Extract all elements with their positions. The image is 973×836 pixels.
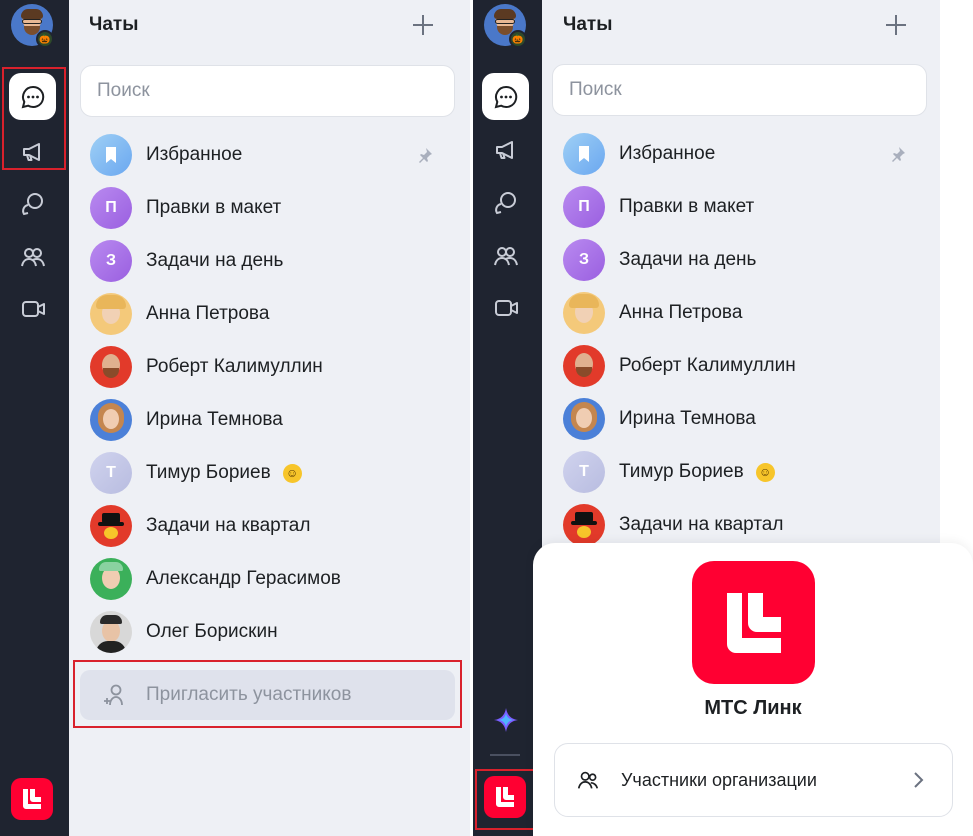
chat-avatar: П — [563, 186, 605, 228]
ai-assistant-button[interactable] — [482, 696, 529, 743]
threads-nav-button[interactable] — [9, 180, 56, 227]
chat-name: Правки в макет — [619, 196, 755, 217]
status-icon: 🎃 — [509, 30, 527, 48]
chat-avatar: З — [90, 240, 132, 282]
search-input[interactable]: Поиск — [80, 65, 455, 117]
chat-avatar: З — [563, 239, 605, 281]
chat-name: Задачи на день — [619, 249, 757, 270]
avatar — [90, 505, 132, 547]
status-icon: 🎃 — [36, 30, 54, 48]
org-members-label: Участники организации — [621, 769, 817, 790]
chat-item-zadachi-kvartal[interactable]: Задачи на квартал — [90, 501, 450, 551]
mts-link-logo-icon — [23, 789, 41, 809]
video-nav-button[interactable] — [482, 284, 529, 331]
nav-rail: 🎃 — [473, 0, 542, 836]
chat-avatar: Т — [563, 451, 605, 493]
chat-item-irina[interactable]: Ирина Темнова — [90, 395, 450, 445]
page-title: Чаты — [563, 14, 613, 35]
chat-name: Ирина Темнова — [619, 408, 756, 429]
mts-link-app-logo — [692, 561, 815, 684]
page-title: Чаты — [89, 14, 139, 35]
sparkle-icon — [493, 707, 518, 732]
avatar — [90, 558, 132, 600]
chat-bubble-icon — [494, 85, 517, 108]
pin-icon — [892, 147, 905, 162]
chat-item-aleksandr[interactable]: Александр Герасимов — [90, 554, 450, 604]
people-icon — [493, 246, 518, 265]
avatar — [563, 504, 605, 546]
discussion-icon — [494, 191, 516, 214]
discussion-icon — [21, 192, 43, 215]
smiley-icon: ☺ — [282, 463, 302, 483]
chat-item-robert[interactable]: Роберт Калимуллин — [90, 342, 450, 392]
mts-link-logo-button[interactable] — [11, 778, 53, 820]
people-icon — [20, 247, 45, 266]
avatar — [563, 292, 605, 334]
chat-name: Правки в макет — [146, 197, 282, 218]
avatar — [90, 399, 132, 441]
chat-item-oleg[interactable]: Олег Борискин — [90, 607, 450, 657]
chat-name: Избранное — [619, 143, 716, 164]
new-chat-plus-icon[interactable] — [883, 12, 909, 38]
avatar — [90, 346, 132, 388]
avatar — [563, 345, 605, 387]
chat-avatar: Т — [90, 452, 132, 494]
rail-divider — [490, 754, 520, 756]
chat-item-favorites[interactable]: Избранное — [90, 130, 450, 180]
chat-item-pravki[interactable]: П Правки в макет — [563, 182, 923, 232]
chat-name: Роберт Калимуллин — [146, 356, 323, 377]
megaphone-icon — [495, 140, 513, 159]
chats-nav-button[interactable] — [482, 73, 529, 120]
chat-name: Ирина Темнова — [146, 409, 283, 430]
left-panel: 🎃 Чаты Поиск Избранное П Правки в макет … — [0, 0, 470, 836]
chat-item-zadachi-den[interactable]: З Задачи на день — [563, 235, 923, 285]
org-popup: МТС Линк Участники организации — [533, 543, 973, 836]
chat-name: Анна Петрова — [619, 302, 743, 323]
org-members-button[interactable]: Участники организации — [554, 743, 953, 817]
video-camera-icon — [21, 300, 45, 317]
chevron-right-icon — [914, 772, 924, 788]
search-input[interactable]: Поиск — [552, 64, 927, 116]
chat-name: Задачи на квартал — [619, 514, 784, 535]
chat-item-zadachi-den[interactable]: З Задачи на день — [90, 236, 450, 286]
chat-name: Тимур Бориев — [619, 461, 744, 482]
mts-link-logo-icon — [726, 592, 781, 653]
chat-name: Задачи на квартал — [146, 515, 311, 536]
avatar — [90, 293, 132, 335]
smiley-icon: ☺ — [755, 462, 775, 482]
invite-highlight-box — [73, 660, 462, 728]
chat-item-timur[interactable]: Т Тимур Бориев ☺ — [90, 448, 450, 498]
app-name: МТС Линк — [704, 697, 802, 719]
chat-item-robert[interactable]: Роберт Калимуллин — [563, 341, 923, 391]
chat-name: Избранное — [146, 144, 243, 165]
chat-name: Олег Борискин — [146, 621, 278, 642]
chat-item-favorites[interactable]: Избранное — [563, 129, 923, 179]
people-icon — [577, 771, 599, 789]
avatar — [90, 611, 132, 653]
new-chat-plus-icon[interactable] — [410, 12, 436, 38]
chat-name: Задачи на день — [146, 250, 284, 271]
bookmark-icon — [90, 134, 132, 176]
threads-nav-button[interactable] — [482, 179, 529, 226]
video-camera-icon — [494, 299, 518, 316]
chat-avatar: П — [90, 187, 132, 229]
bookmark-icon — [563, 133, 605, 175]
chat-item-timur[interactable]: Т Тимур Бориев ☺ — [563, 447, 923, 497]
contacts-nav-button[interactable] — [482, 232, 529, 279]
chat-name: Тимур Бориев — [146, 462, 271, 483]
channels-nav-button[interactable] — [482, 126, 529, 173]
chat-name: Александр Герасимов — [146, 568, 341, 589]
chat-item-pravki[interactable]: П Правки в макет — [90, 183, 450, 233]
nav-highlight-box — [2, 67, 66, 170]
chat-item-anna[interactable]: Анна Петрова — [563, 288, 923, 338]
chat-item-anna[interactable]: Анна Петрова — [90, 289, 450, 339]
pin-icon — [419, 148, 432, 163]
chat-name: Анна Петрова — [146, 303, 270, 324]
chat-name: Роберт Калимуллин — [619, 355, 796, 376]
contacts-nav-button[interactable] — [9, 233, 56, 280]
video-nav-button[interactable] — [9, 285, 56, 332]
avatar — [563, 398, 605, 440]
logo-highlight-box — [475, 769, 539, 830]
chat-item-irina[interactable]: Ирина Темнова — [563, 394, 923, 444]
